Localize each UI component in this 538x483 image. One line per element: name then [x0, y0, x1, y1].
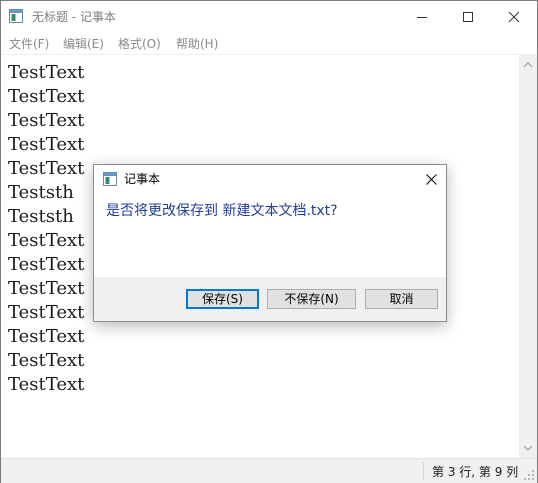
text-line: TestText: [8, 278, 85, 299]
menu-bar: 文件(F) 编辑(E) 格式(O) 帮助(H): [1, 32, 537, 55]
menu-help[interactable]: 帮助(H): [176, 36, 218, 52]
maximize-button[interactable]: [445, 1, 491, 32]
status-separator: [423, 462, 424, 480]
text-line: TestText: [8, 62, 85, 83]
title-bar[interactable]: 无标题 - 记事本: [1, 1, 537, 32]
text-line: TestText: [8, 86, 85, 107]
text-line: TestText: [8, 302, 85, 323]
close-icon: [426, 174, 437, 185]
dialog-message: 是否将更改保存到 新建文本文档.txt?: [106, 203, 338, 219]
text-line: TestText: [8, 134, 85, 155]
text-line: Teststh: [8, 206, 74, 227]
status-bar: 第 3 行, 第 9 列: [1, 458, 537, 483]
dialog-title: 记事本: [124, 172, 161, 186]
menu-format[interactable]: 格式(O): [118, 36, 161, 52]
dont-save-button[interactable]: 不保存(N): [267, 289, 356, 309]
close-icon: [508, 11, 520, 23]
window-title: 无标题 - 记事本: [32, 10, 116, 24]
scroll-up-arrow-icon[interactable]: [523, 61, 533, 69]
notepad-icon: [103, 172, 117, 186]
text-line: Teststh: [8, 182, 74, 203]
text-line: TestText: [8, 158, 85, 179]
scroll-down-arrow-icon[interactable]: [523, 444, 533, 452]
text-line: TestText: [8, 350, 85, 371]
cursor-position: 第 3 行, 第 9 列: [432, 465, 519, 479]
notepad-icon: [9, 9, 23, 23]
notepad-window: 无标题 - 记事本 文件(F) 编辑(E) 格式(O) 帮助(H) TestTe…: [0, 0, 538, 483]
minimize-icon: [417, 17, 427, 18]
dialog-title-bar[interactable]: 记事本: [94, 165, 446, 193]
save-button[interactable]: 保存(S): [186, 289, 259, 309]
dialog-close-button[interactable]: [416, 165, 446, 193]
text-line: TestText: [8, 374, 85, 395]
text-line: TestText: [8, 326, 85, 347]
save-changes-dialog: 记事本 是否将更改保存到 新建文本文档.txt? 保存(S) 不保存(N) 取消: [93, 164, 447, 322]
text-line: TestText: [8, 230, 85, 251]
vertical-scrollbar[interactable]: [519, 55, 537, 458]
text-line: TestText: [8, 254, 85, 275]
cancel-button[interactable]: 取消: [365, 289, 438, 309]
menu-file[interactable]: 文件(F): [9, 36, 49, 52]
dialog-button-bar: 保存(S) 不保存(N) 取消: [94, 277, 446, 321]
menu-edit[interactable]: 编辑(E): [63, 36, 104, 52]
text-line: TestText: [8, 110, 85, 131]
close-button[interactable]: [491, 1, 537, 32]
minimize-button[interactable]: [399, 1, 445, 32]
resize-grip-icon[interactable]: [523, 469, 535, 481]
maximize-icon: [463, 12, 473, 22]
